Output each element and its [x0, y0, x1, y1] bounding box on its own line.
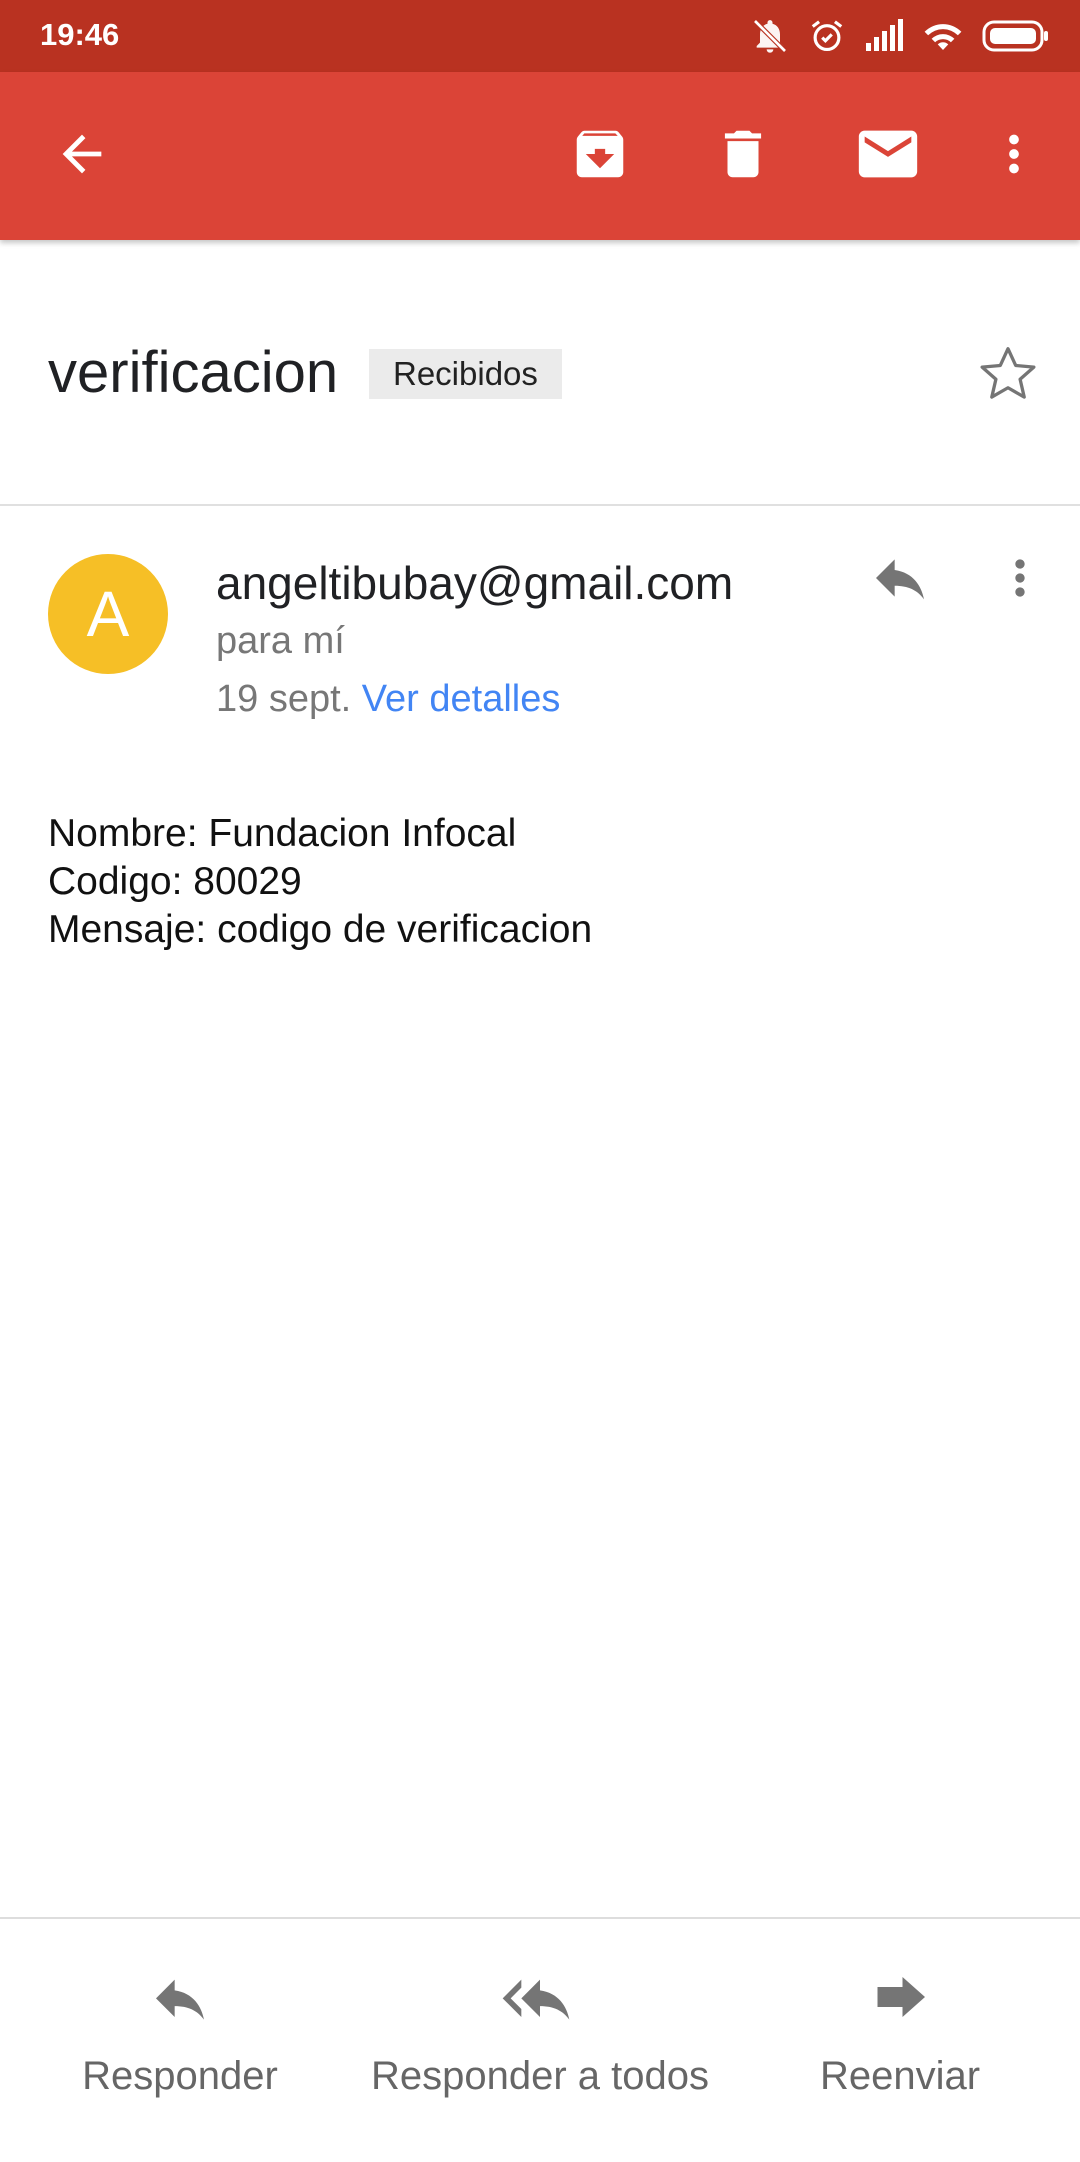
status-time: 19:46 [40, 17, 120, 52]
body-line: Codigo: 80029 [48, 860, 302, 903]
forward-icon [870, 1969, 930, 2030]
mark-unread-button[interactable] [840, 108, 936, 204]
status-bar: 19:46 [0, 0, 1080, 72]
message-body: Nombre: Fundacion Infocal Codigo: 80029 … [48, 810, 592, 954]
details-link[interactable]: Ver detalles [362, 678, 561, 720]
reply-icon [868, 546, 932, 615]
back-arrow-icon [53, 125, 111, 188]
delete-icon [712, 123, 774, 190]
archive-icon [569, 123, 631, 190]
bottom-action-bar: Responder Responder a todos Reenviar [0, 1917, 1080, 2162]
more-options-button[interactable] [966, 108, 1062, 204]
reply-label: Responder [82, 2054, 278, 2098]
body-line: Nombre: Fundacion Infocal [48, 812, 517, 855]
bell-off-icon [750, 16, 790, 56]
status-icons [750, 14, 1050, 58]
sender-address: angeltibubay@gmail.com [216, 557, 734, 609]
star-button[interactable] [968, 336, 1048, 416]
body-line: Mensaje: codigo de verificacion [48, 908, 593, 951]
archive-button[interactable] [552, 108, 648, 204]
more-vert-icon [985, 125, 1043, 188]
battery-icon [982, 19, 1050, 53]
delete-button[interactable] [695, 108, 791, 204]
back-button[interactable] [34, 108, 130, 204]
reply-all-icon [500, 1969, 580, 2030]
mark-unread-icon [853, 119, 923, 194]
reply-icon [148, 1969, 212, 2030]
sender-avatar[interactable]: A [48, 554, 168, 674]
forward-label: Reenviar [819, 2054, 981, 2098]
reply-all-label: Responder a todos [370, 2054, 709, 2098]
recipient-line: para mí [216, 620, 345, 662]
message-more-button[interactable] [990, 540, 1050, 620]
signal-icon [864, 19, 904, 53]
toolbar [0, 72, 1080, 240]
date-line: 19 sept. Ver detalles [216, 678, 560, 721]
more-vert-icon [992, 550, 1048, 611]
label-chip[interactable]: Recibidos [369, 349, 562, 399]
alarm-icon [808, 17, 846, 55]
forward-button[interactable]: Reenviar [800, 1969, 1000, 2099]
star-outline-icon [975, 341, 1041, 412]
email-subject: verificacion [48, 340, 339, 405]
wifi-icon [922, 18, 964, 54]
reply-button-header[interactable] [860, 540, 940, 620]
reply-button[interactable]: Responder [80, 1969, 280, 2099]
reply-all-button[interactable]: Responder a todos [360, 1969, 720, 2099]
message-date: 19 sept. [216, 678, 352, 720]
subject-header: verificacion Recibidos [0, 240, 1080, 506]
